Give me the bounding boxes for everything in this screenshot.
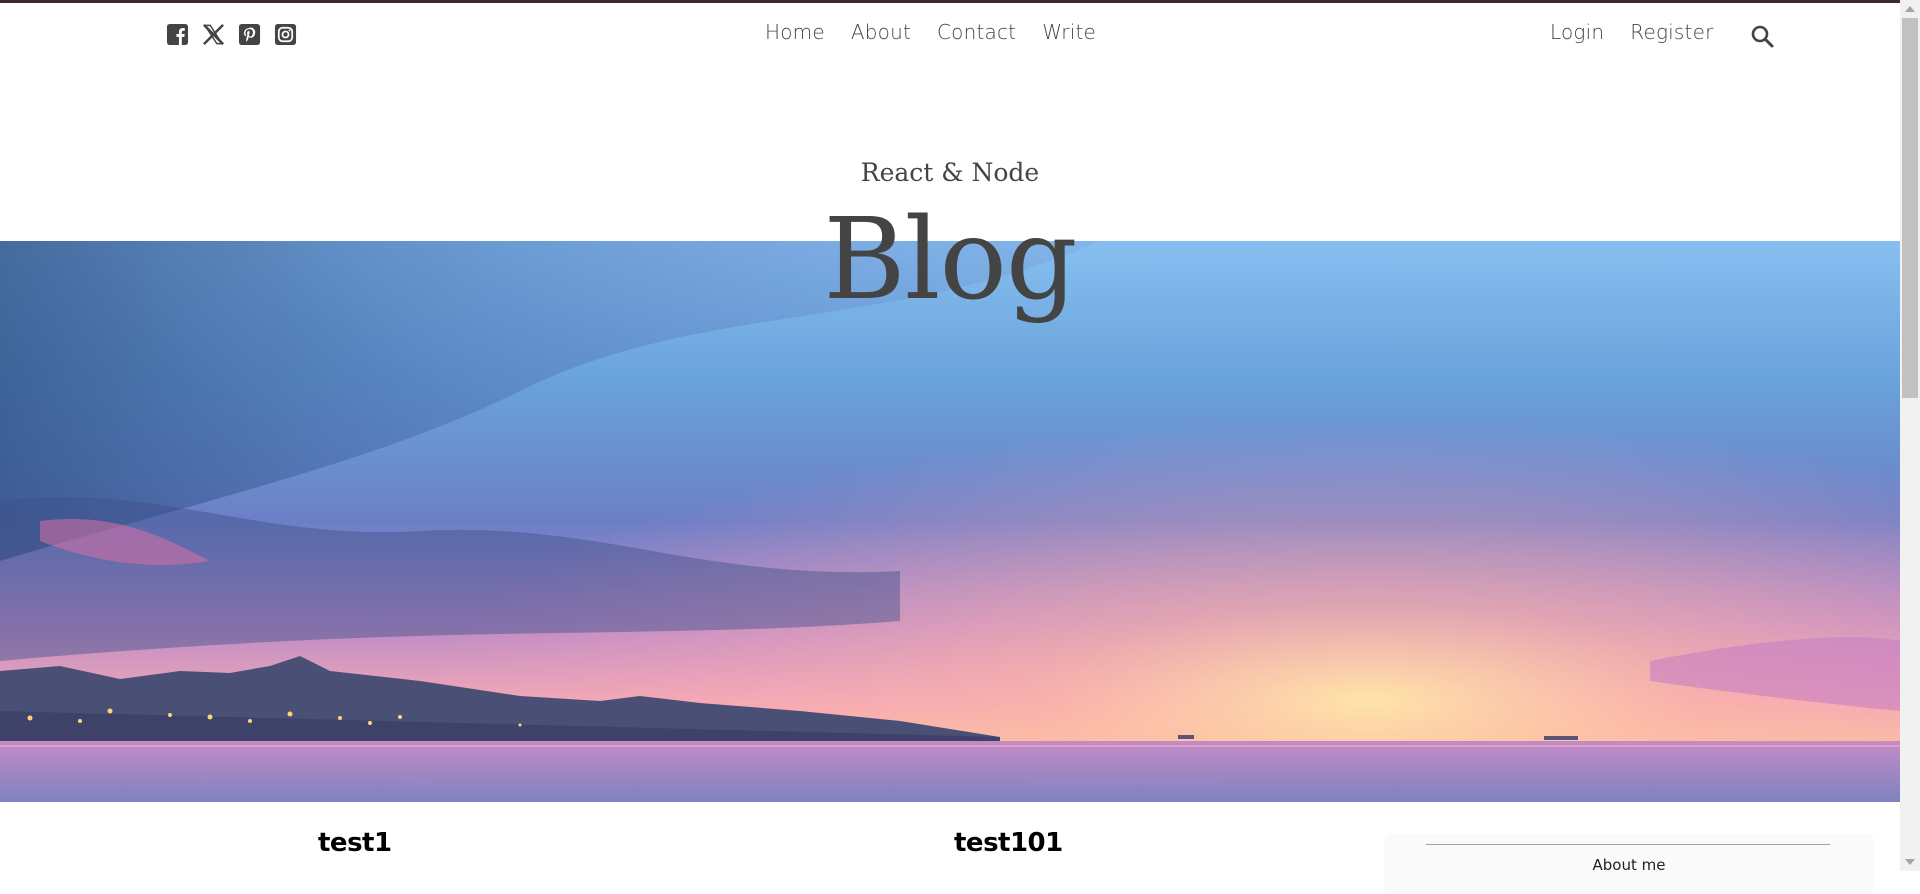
header-subtitle: React & Node [860, 158, 1040, 187]
nav-write[interactable]: Write [1042, 20, 1096, 44]
social-links [166, 23, 297, 46]
page-scrollbar[interactable] [1900, 0, 1920, 871]
pinterest-square-icon[interactable] [238, 23, 261, 46]
facebook-square-icon[interactable] [166, 23, 189, 46]
scroll-up-arrow-icon[interactable] [1905, 6, 1915, 12]
scrollbar-thumb[interactable] [1902, 18, 1918, 398]
login-link[interactable]: Login [1550, 20, 1604, 44]
instagram-square-icon[interactable] [274, 23, 297, 46]
sidebar-divider [1426, 844, 1830, 845]
auth-nav: Login Register [1550, 20, 1714, 44]
search-icon[interactable] [1750, 24, 1774, 48]
register-link[interactable]: Register [1630, 20, 1713, 44]
post-title[interactable]: test1 [318, 828, 392, 858]
scroll-down-arrow-icon[interactable] [1905, 859, 1915, 865]
header-title: Blog [823, 195, 1077, 325]
x-twitter-icon[interactable] [202, 23, 225, 46]
sidebar-title: About me [1592, 856, 1666, 874]
nav-contact[interactable]: Contact [937, 20, 1016, 44]
post-title[interactable]: test101 [954, 828, 1063, 858]
sidebar: About me [1384, 834, 1874, 894]
top-navbar: Home About Contact Write Login Register [0, 3, 1900, 65]
nav-home[interactable]: Home [765, 20, 825, 44]
main-nav: Home About Contact Write [765, 20, 1096, 44]
nav-about[interactable]: About [851, 20, 911, 44]
